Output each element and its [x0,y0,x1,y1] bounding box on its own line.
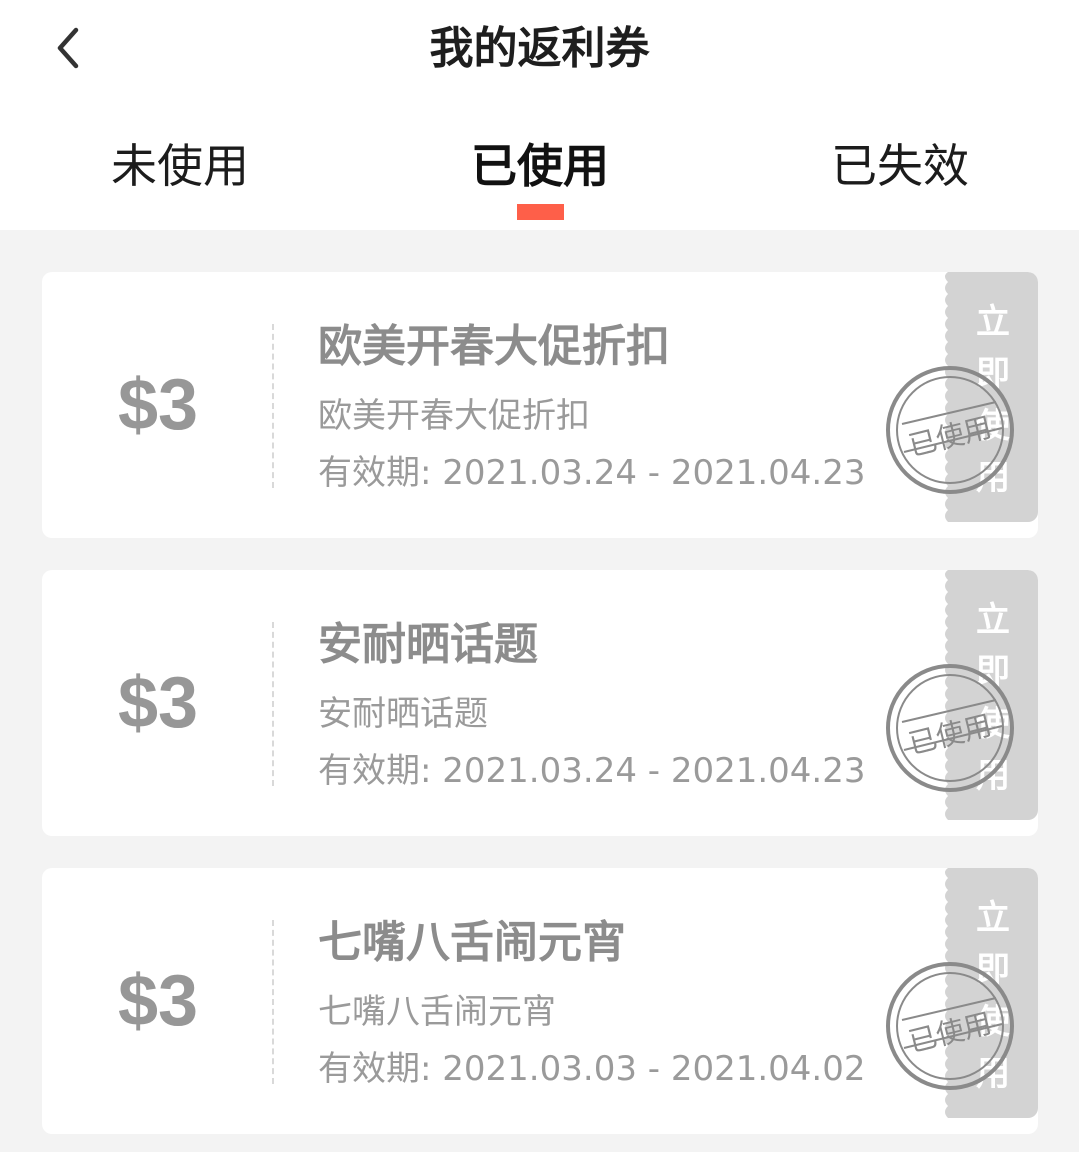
coupon-title: 安耐晒话题 [318,619,538,670]
coupon-title: 七嘴八舌闹元宵 [318,917,626,968]
tab-unused[interactable]: 未使用 [80,133,280,199]
coupon-divider [272,920,274,1084]
coupon-card: $3 欧美开春大促折扣 欧美开春大促折扣 有效期: 2021.03.24 - 2… [42,272,1038,538]
used-stamp-icon: 已使用 [886,366,1014,494]
tab-used[interactable]: 已使用 [440,133,640,199]
active-tab-indicator [517,204,564,220]
coupon-card: $3 安耐晒话题 安耐晒话题 有效期: 2021.03.24 - 2021.04… [42,570,1038,836]
coupon-amount: $3 [117,663,199,743]
coupon-validity: 有效期: 2021.03.03 - 2021.04.02 [318,1046,866,1092]
stamp-text: 已使用 [905,708,995,760]
validity-range: 2021.03.03 - 2021.04.02 [442,1049,866,1089]
validity-label: 有效期: [318,453,432,493]
coupon-card: $3 七嘴八舌闹元宵 七嘴八舌闹元宵 有效期: 2021.03.03 - 202… [42,868,1038,1134]
validity-label: 有效期: [318,751,432,791]
page-title: 我的返利券 [429,23,650,74]
validity-range: 2021.03.24 - 2021.04.23 [442,751,866,791]
coupon-amount: $3 [117,365,199,445]
coupon-subtitle: 七嘴八舌闹元宵 [318,992,556,1032]
coupon-subtitle: 安耐晒话题 [318,694,488,734]
stamp-text: 已使用 [905,1006,995,1058]
tab-expired[interactable]: 已失效 [800,133,1000,199]
coupon-validity: 有效期: 2021.03.24 - 2021.04.23 [318,450,866,496]
coupon-divider [272,622,274,786]
stamp-text: 已使用 [905,410,995,462]
used-stamp-icon: 已使用 [886,664,1014,792]
coupon-validity: 有效期: 2021.03.24 - 2021.04.23 [318,748,866,794]
validity-label: 有效期: [318,1049,432,1089]
validity-range: 2021.03.24 - 2021.04.23 [442,453,866,493]
used-stamp-icon: 已使用 [886,962,1014,1090]
coupon-divider [272,324,274,488]
coupon-title: 欧美开春大促折扣 [318,321,670,372]
header: 我的返利券 未使用 已使用 已失效 [0,0,1079,230]
coupon-amount: $3 [117,961,199,1041]
coupon-subtitle: 欧美开春大促折扣 [318,396,590,436]
